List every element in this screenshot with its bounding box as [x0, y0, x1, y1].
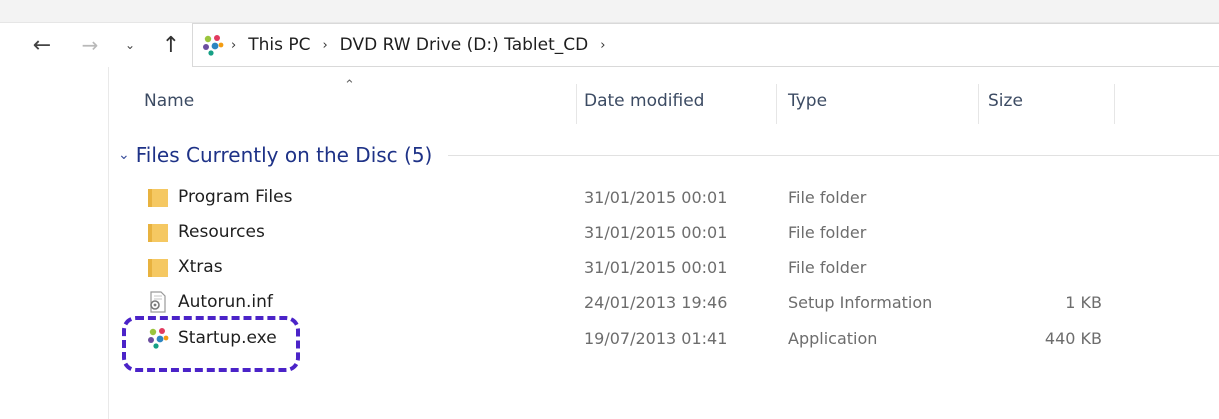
file-name: Autorun.inf [178, 292, 273, 312]
file-name: Program Files [178, 187, 293, 207]
column-divider[interactable] [1114, 84, 1115, 124]
breadcrumb-dvd-drive[interactable]: DVD RW Drive (D:) Tablet_CD [334, 35, 595, 55]
breadcrumb-separator-icon[interactable]: › [316, 38, 333, 53]
sort-ascending-icon: ⌃ [344, 78, 355, 93]
window-top-strip [0, 0, 1219, 23]
file-date-modified: 19/07/2013 01:41 [584, 328, 728, 348]
collapse-chevron-icon[interactable]: ⌄ [118, 147, 130, 163]
file-size [988, 180, 1102, 214]
breadcrumb-this-pc[interactable]: This PC [242, 35, 316, 55]
column-divider[interactable] [576, 84, 577, 124]
file-type: Application [788, 328, 878, 348]
file-date-modified: 31/01/2015 00:01 [584, 187, 728, 207]
column-divider[interactable] [978, 84, 979, 124]
file-row[interactable]: Autorun.inf 24/01/2013 19:46 Setup Infor… [112, 285, 1219, 319]
file-type: File folder [788, 257, 867, 277]
breadcrumb-separator-icon[interactable]: › [225, 38, 242, 53]
setup-info-icon [150, 291, 166, 313]
file-type: Setup Information [788, 292, 933, 312]
folder-icon [148, 224, 168, 242]
file-name: Resources [178, 222, 265, 242]
navigation-pane-divider [108, 67, 109, 419]
file-size [988, 215, 1102, 249]
file-type: File folder [788, 187, 867, 207]
folder-icon [148, 259, 168, 277]
file-date-modified: 24/01/2013 19:46 [584, 292, 728, 312]
file-row[interactable]: Resources 31/01/2015 00:01 File folder [112, 215, 1219, 249]
recent-locations-chevron-icon[interactable]: ⌄ [120, 23, 140, 67]
forward-arrow-icon[interactable]: → [76, 23, 104, 67]
file-name: Xtras [178, 257, 223, 277]
group-divider-line [448, 154, 1219, 156]
file-size: 1 KB [1065, 292, 1102, 312]
column-header-row: ⌃ Name Date modified Type Size [112, 72, 1219, 130]
column-divider[interactable] [776, 84, 777, 124]
file-size [988, 250, 1102, 284]
file-date-modified: 31/01/2015 00:01 [584, 222, 728, 242]
file-row[interactable]: Program Files 31/01/2015 00:01 File fold… [112, 180, 1219, 214]
up-arrow-icon[interactable]: ↑ [158, 23, 184, 67]
navigation-bar: ← → ⌄ ↑ › This PC › DVD RW Drive (D:) Ta… [0, 23, 1219, 67]
file-row[interactable]: Xtras 31/01/2015 00:01 File folder [112, 250, 1219, 284]
file-date-modified: 31/01/2015 00:01 [584, 257, 728, 277]
group-title: Files Currently on the Disc (5) [135, 143, 433, 167]
group-header[interactable]: ⌄ Files Currently on the Disc (5) [112, 138, 1219, 172]
file-size: 440 KB [1044, 328, 1102, 348]
this-pc-dots-icon [203, 35, 224, 56]
column-header-type[interactable]: Type [788, 72, 827, 130]
back-arrow-icon[interactable]: ← [28, 23, 56, 67]
column-header-name[interactable]: Name [144, 72, 194, 130]
address-bar[interactable]: › This PC › DVD RW Drive (D:) Tablet_CD … [192, 23, 1219, 67]
startup-highlight-annotation [122, 316, 300, 372]
column-header-size[interactable]: Size [988, 72, 1023, 130]
folder-icon [148, 189, 168, 207]
file-type: File folder [788, 222, 867, 242]
breadcrumb-separator-icon[interactable]: › [594, 38, 611, 53]
column-header-date-modified[interactable]: Date modified [584, 72, 704, 130]
